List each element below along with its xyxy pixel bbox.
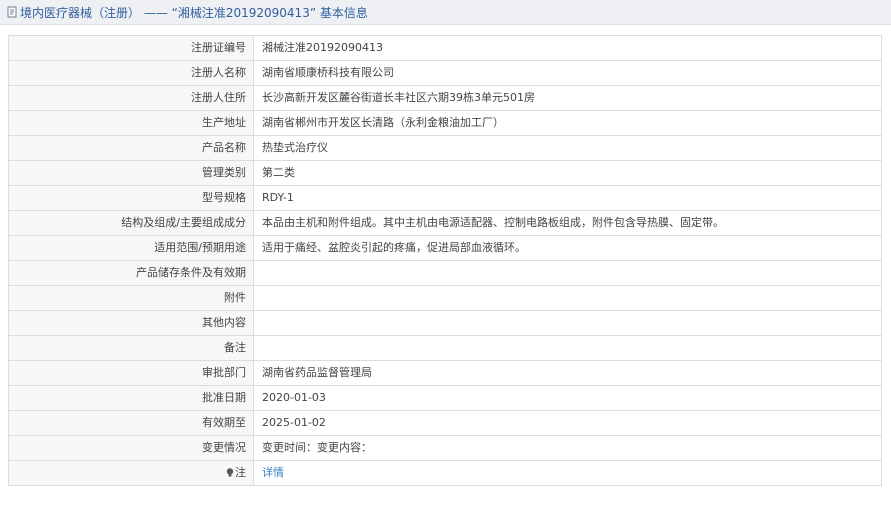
field-label: 适用范围/预期用途 bbox=[8, 235, 254, 261]
table-row-approval-date: 批准日期 2020-01-03 bbox=[8, 385, 882, 411]
table-row-product-name: 产品名称 热垫式治疗仪 bbox=[8, 135, 882, 161]
table-row-scope: 适用范围/预期用途 适用于痛经、盆腔炎引起的疼痛，促进局部血液循环。 bbox=[8, 235, 882, 261]
field-label: 变更情况 bbox=[8, 435, 254, 461]
field-label: 管理类别 bbox=[8, 160, 254, 186]
info-table-body: 注册证编号 湘械注准20192090413 注册人名称 湖南省顺康桥科技有限公司 注册人… bbox=[8, 35, 882, 486]
field-label: 审批部门 bbox=[8, 360, 254, 386]
table-row-other: 其他内容 bbox=[8, 310, 882, 336]
field-value: 详情 bbox=[253, 460, 882, 486]
field-value: 湖南省郴州市开发区长清路（永利金粮油加工厂） bbox=[253, 110, 882, 136]
table-row-remark: 备注 bbox=[8, 335, 882, 361]
table-row-approval-dept: 审批部门 湖南省药品监督管理局 bbox=[8, 360, 882, 386]
page-title: 境内医疗器械（注册） —— “湘械注准20192090413” 基本信息 bbox=[20, 5, 368, 20]
field-label: 产品名称 bbox=[8, 135, 254, 161]
field-label: 生产地址 bbox=[8, 110, 254, 136]
note-label: 注 bbox=[235, 466, 246, 479]
table-row-production-address: 生产地址 湖南省郴州市开发区长清路（永利金粮油加工厂） bbox=[8, 110, 882, 136]
table-row-registrant: 注册人名称 湖南省顺康桥科技有限公司 bbox=[8, 60, 882, 86]
info-table: 注册证编号 湘械注准20192090413 注册人名称 湖南省顺康桥科技有限公司 注册人… bbox=[8, 35, 882, 486]
field-label: 注册证编号 bbox=[8, 35, 254, 61]
field-label: 有效期至 bbox=[8, 410, 254, 436]
table-row-note: 注 详情 bbox=[8, 460, 882, 486]
field-value: 湖南省顺康桥科技有限公司 bbox=[253, 60, 882, 86]
document-icon bbox=[7, 6, 17, 18]
field-value: 变更时间：变更内容： bbox=[253, 435, 882, 461]
field-value: 第二类 bbox=[253, 160, 882, 186]
table-row-registrant-address: 注册人住所 长沙高新开发区麓谷街道长丰社区六期39栋3单元501房 bbox=[8, 85, 882, 111]
field-label: 附件 bbox=[8, 285, 254, 311]
field-value: 长沙高新开发区麓谷街道长丰社区六期39栋3单元501房 bbox=[253, 85, 882, 111]
table-row-valid-until: 有效期至 2025-01-02 bbox=[8, 410, 882, 436]
field-value: RDY-1 bbox=[253, 185, 882, 211]
field-label: 其他内容 bbox=[8, 310, 254, 336]
field-label: 备注 bbox=[8, 335, 254, 361]
table-row-category: 管理类别 第二类 bbox=[8, 160, 882, 186]
table-row-reg-no: 注册证编号 湘械注准20192090413 bbox=[8, 35, 882, 61]
page-header: 境内医疗器械（注册） —— “湘械注准20192090413” 基本信息 bbox=[0, 0, 891, 25]
table-row-storage: 产品储存条件及有效期 bbox=[8, 260, 882, 286]
field-value: 湘械注准20192090413 bbox=[253, 35, 882, 61]
field-value: 本品由主机和附件组成。其中主机由电源适配器、控制电路板组成，附件包含导热膜、固定… bbox=[253, 210, 882, 236]
field-label: 注册人名称 bbox=[8, 60, 254, 86]
field-label: 注册人住所 bbox=[8, 85, 254, 111]
lightbulb-icon bbox=[226, 468, 234, 477]
field-value bbox=[253, 285, 882, 311]
field-label: 注 bbox=[8, 460, 254, 486]
field-value: 适用于痛经、盆腔炎引起的疼痛，促进局部血液循环。 bbox=[253, 235, 882, 261]
field-value: 2020-01-03 bbox=[253, 385, 882, 411]
field-value bbox=[253, 310, 882, 336]
field-label: 型号规格 bbox=[8, 185, 254, 211]
details-link[interactable]: 详情 bbox=[262, 466, 284, 479]
field-value: 2025-01-02 bbox=[253, 410, 882, 436]
table-row-model: 型号规格 RDY-1 bbox=[8, 185, 882, 211]
field-label: 产品储存条件及有效期 bbox=[8, 260, 254, 286]
field-label: 批准日期 bbox=[8, 385, 254, 411]
field-value bbox=[253, 260, 882, 286]
field-value: 热垫式治疗仪 bbox=[253, 135, 882, 161]
table-row-attachment: 附件 bbox=[8, 285, 882, 311]
table-row-change: 变更情况 变更时间：变更内容： bbox=[8, 435, 882, 461]
field-value bbox=[253, 335, 882, 361]
table-row-composition: 结构及组成/主要组成成分 本品由主机和附件组成。其中主机由电源适配器、控制电路板组… bbox=[8, 210, 882, 236]
field-label: 结构及组成/主要组成成分 bbox=[8, 210, 254, 236]
field-value: 湖南省药品监督管理局 bbox=[253, 360, 882, 386]
